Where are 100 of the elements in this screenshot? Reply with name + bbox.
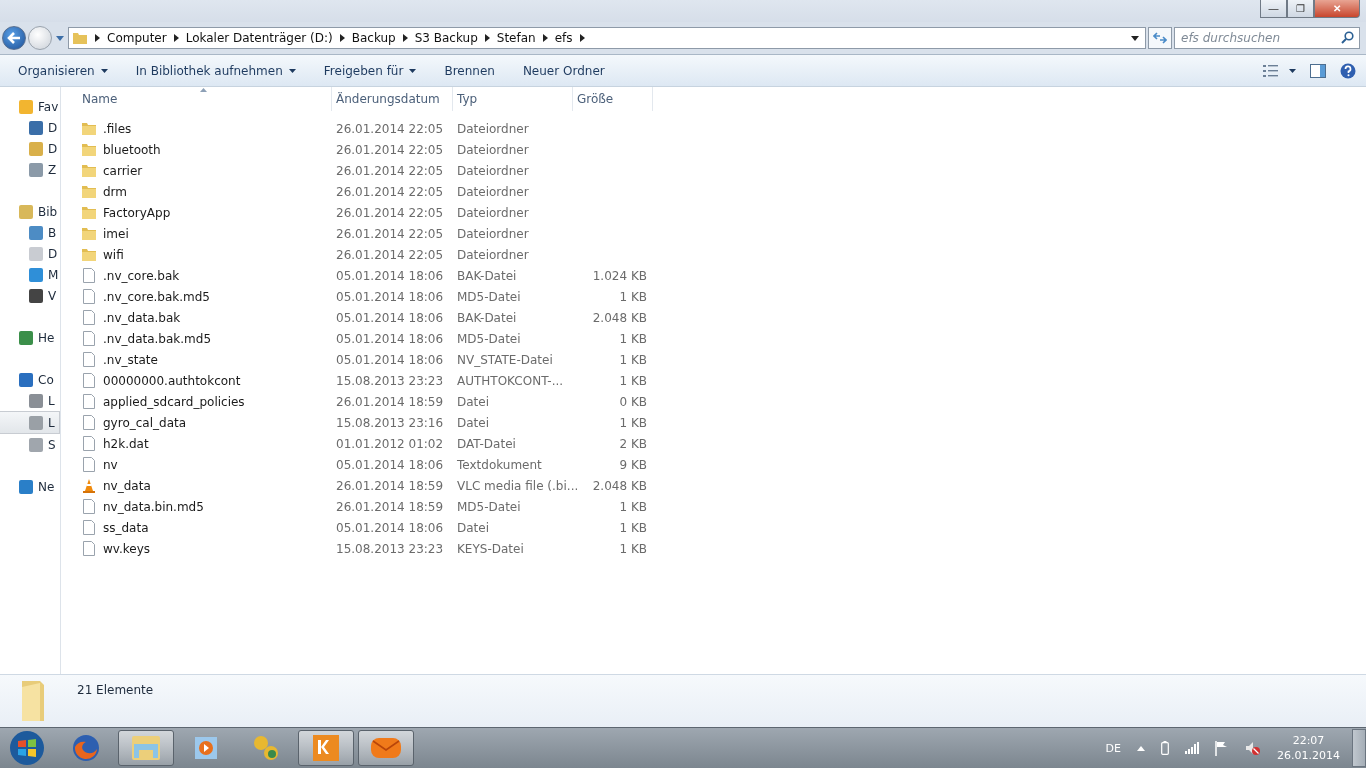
battery-icon[interactable]: [1161, 741, 1169, 755]
view-options-icon[interactable]: [1263, 64, 1279, 77]
file-icon: [81, 352, 97, 367]
file-name[interactable]: h2k.dat: [103, 436, 149, 451]
toolbar-button[interactable]: Freigeben für: [313, 63, 427, 78]
help-icon[interactable]: [1340, 62, 1356, 79]
chevron-icon[interactable]: [484, 34, 490, 42]
file-name[interactable]: .nv_core.bak: [103, 268, 180, 283]
chevron-icon[interactable]: [542, 34, 548, 42]
file-name[interactable]: nv: [103, 457, 118, 472]
file-name[interactable]: .nv_data.bak.md5: [103, 331, 212, 346]
file-name[interactable]: .nv_core.bak.md5: [103, 289, 210, 304]
nav-item[interactable]: D: [0, 138, 60, 159]
file-icon: [81, 520, 97, 535]
column-header[interactable]: Änderungsdatum: [332, 87, 453, 111]
globe-icon: [71, 733, 101, 763]
size-cell: 2.048 KB: [592, 478, 647, 493]
show-desktop-button[interactable]: [1352, 729, 1366, 767]
chevron-icon[interactable]: [173, 34, 179, 42]
file-icon: [81, 310, 97, 325]
file-name[interactable]: FactoryApp: [103, 205, 171, 220]
toolbar-button[interactable]: Neuer Ordner: [512, 63, 615, 78]
file-name[interactable]: drm: [103, 184, 128, 199]
file-name[interactable]: imei: [103, 226, 129, 241]
history-dropdown-icon[interactable]: [56, 35, 64, 41]
size-cell: 1 KB: [619, 352, 647, 367]
search-icon[interactable]: [1341, 31, 1354, 44]
folder-icon: [81, 163, 97, 178]
refresh-icon: [1153, 31, 1167, 45]
taskbar-app[interactable]: [118, 730, 174, 766]
signal-icon[interactable]: [1185, 742, 1199, 754]
chevron-icon[interactable]: [402, 34, 408, 42]
folder-window-icon: [130, 734, 162, 762]
show-hidden-icons-icon[interactable]: [1137, 745, 1145, 751]
nav-item[interactable]: D: [0, 243, 60, 264]
size-cell: 1 KB: [619, 331, 647, 346]
file-name[interactable]: wv.keys: [103, 541, 151, 556]
breadcrumb[interactable]: Computer: [107, 31, 167, 45]
nav-item[interactable]: M: [0, 264, 60, 285]
column-header[interactable]: Name: [78, 87, 332, 111]
type-cell-text: MD5-Datei: [456, 289, 522, 304]
column-header[interactable]: Typ: [453, 87, 573, 111]
breadcrumb[interactable]: Backup: [351, 31, 396, 45]
folder-icon: [81, 226, 97, 241]
flag-icon[interactable]: [1215, 740, 1229, 756]
toolbar-button[interactable]: Organisieren: [8, 63, 118, 78]
back-button[interactable]: [2, 26, 26, 50]
speaker-muted-icon[interactable]: [1245, 740, 1261, 756]
file-name[interactable]: ss_data: [103, 520, 149, 535]
size-cell: 1 KB: [619, 520, 647, 535]
file-name[interactable]: nv_data.bin.md5: [103, 499, 204, 514]
chevron-icon[interactable]: [339, 34, 345, 42]
caret-icon[interactable]: [1289, 68, 1296, 73]
search-field[interactable]: efs durchsuchen: [1174, 27, 1360, 49]
file-name[interactable]: .nv_state: [103, 352, 158, 367]
type-cell-text: Dateiordner: [456, 142, 530, 157]
toolbar-button[interactable]: Brennen: [434, 63, 505, 78]
chevron-icon[interactable]: [95, 34, 100, 42]
breadcrumb[interactable]: Stefan: [496, 31, 536, 45]
size-cell: 1 KB: [619, 541, 647, 556]
file-name[interactable]: bluetooth: [103, 142, 161, 157]
nav-item[interactable]: D: [0, 117, 60, 138]
file-name[interactable]: nv_data: [103, 478, 151, 493]
refresh-button[interactable]: [1148, 27, 1172, 49]
nav-item[interactable]: He: [0, 327, 60, 348]
size-cell: 1.024 KB: [592, 268, 647, 283]
taskbar-app[interactable]: [298, 730, 354, 766]
file-name[interactable]: carrier: [103, 163, 143, 178]
breadcrumb[interactable]: S3 Backup: [414, 31, 478, 45]
nav-item[interactable]: V: [0, 285, 60, 306]
nav-item[interactable]: Z: [0, 159, 60, 180]
toolbar-button[interactable]: In Bibliothek aufnehmen: [125, 63, 306, 78]
column-header[interactable]: Größe: [573, 87, 653, 111]
preview-pane-icon[interactable]: [1310, 63, 1326, 78]
nav-item[interactable]: L: [0, 411, 60, 434]
maximize-button[interactable]: ❐: [1287, 0, 1314, 18]
address-bar[interactable]: Computer Lokaler Datenträger (D:) Backup S3 Backup Stefan efs: [68, 27, 1146, 49]
nav-item[interactable]: Fav: [0, 96, 60, 117]
nav-item[interactable]: Bib: [0, 201, 60, 222]
breadcrumb[interactable]: efs: [554, 31, 573, 45]
nav-item[interactable]: L: [0, 390, 60, 411]
file-icon: [81, 373, 97, 388]
file-name[interactable]: applied_sdcard_policies: [103, 394, 245, 409]
date-cell-text: 05.01.2014 18:06: [335, 352, 445, 367]
file-name[interactable]: 00000000.authtokcont: [103, 373, 241, 388]
nav-item[interactable]: B: [0, 222, 60, 243]
file-name[interactable]: gyro_cal_data: [103, 415, 187, 430]
minimize-button[interactable]: —: [1260, 0, 1287, 18]
taskbar-app[interactable]: [358, 730, 414, 766]
type-cell-text: BAK-Datei: [456, 310, 518, 325]
dropdown-icon[interactable]: [1131, 35, 1139, 41]
file-name[interactable]: wifi: [103, 247, 124, 262]
nav-item[interactable]: Ne: [0, 476, 60, 497]
breadcrumb[interactable]: Lokaler Datenträger (D:): [185, 31, 333, 45]
nav-item[interactable]: Co: [0, 369, 60, 390]
file-name[interactable]: .nv_data.bak: [103, 310, 181, 325]
type-cell-text: NV_STATE-Datei: [456, 352, 554, 367]
nav-item[interactable]: S: [0, 434, 60, 455]
file-name[interactable]: .files: [103, 121, 132, 136]
chevron-icon[interactable]: [579, 34, 585, 42]
